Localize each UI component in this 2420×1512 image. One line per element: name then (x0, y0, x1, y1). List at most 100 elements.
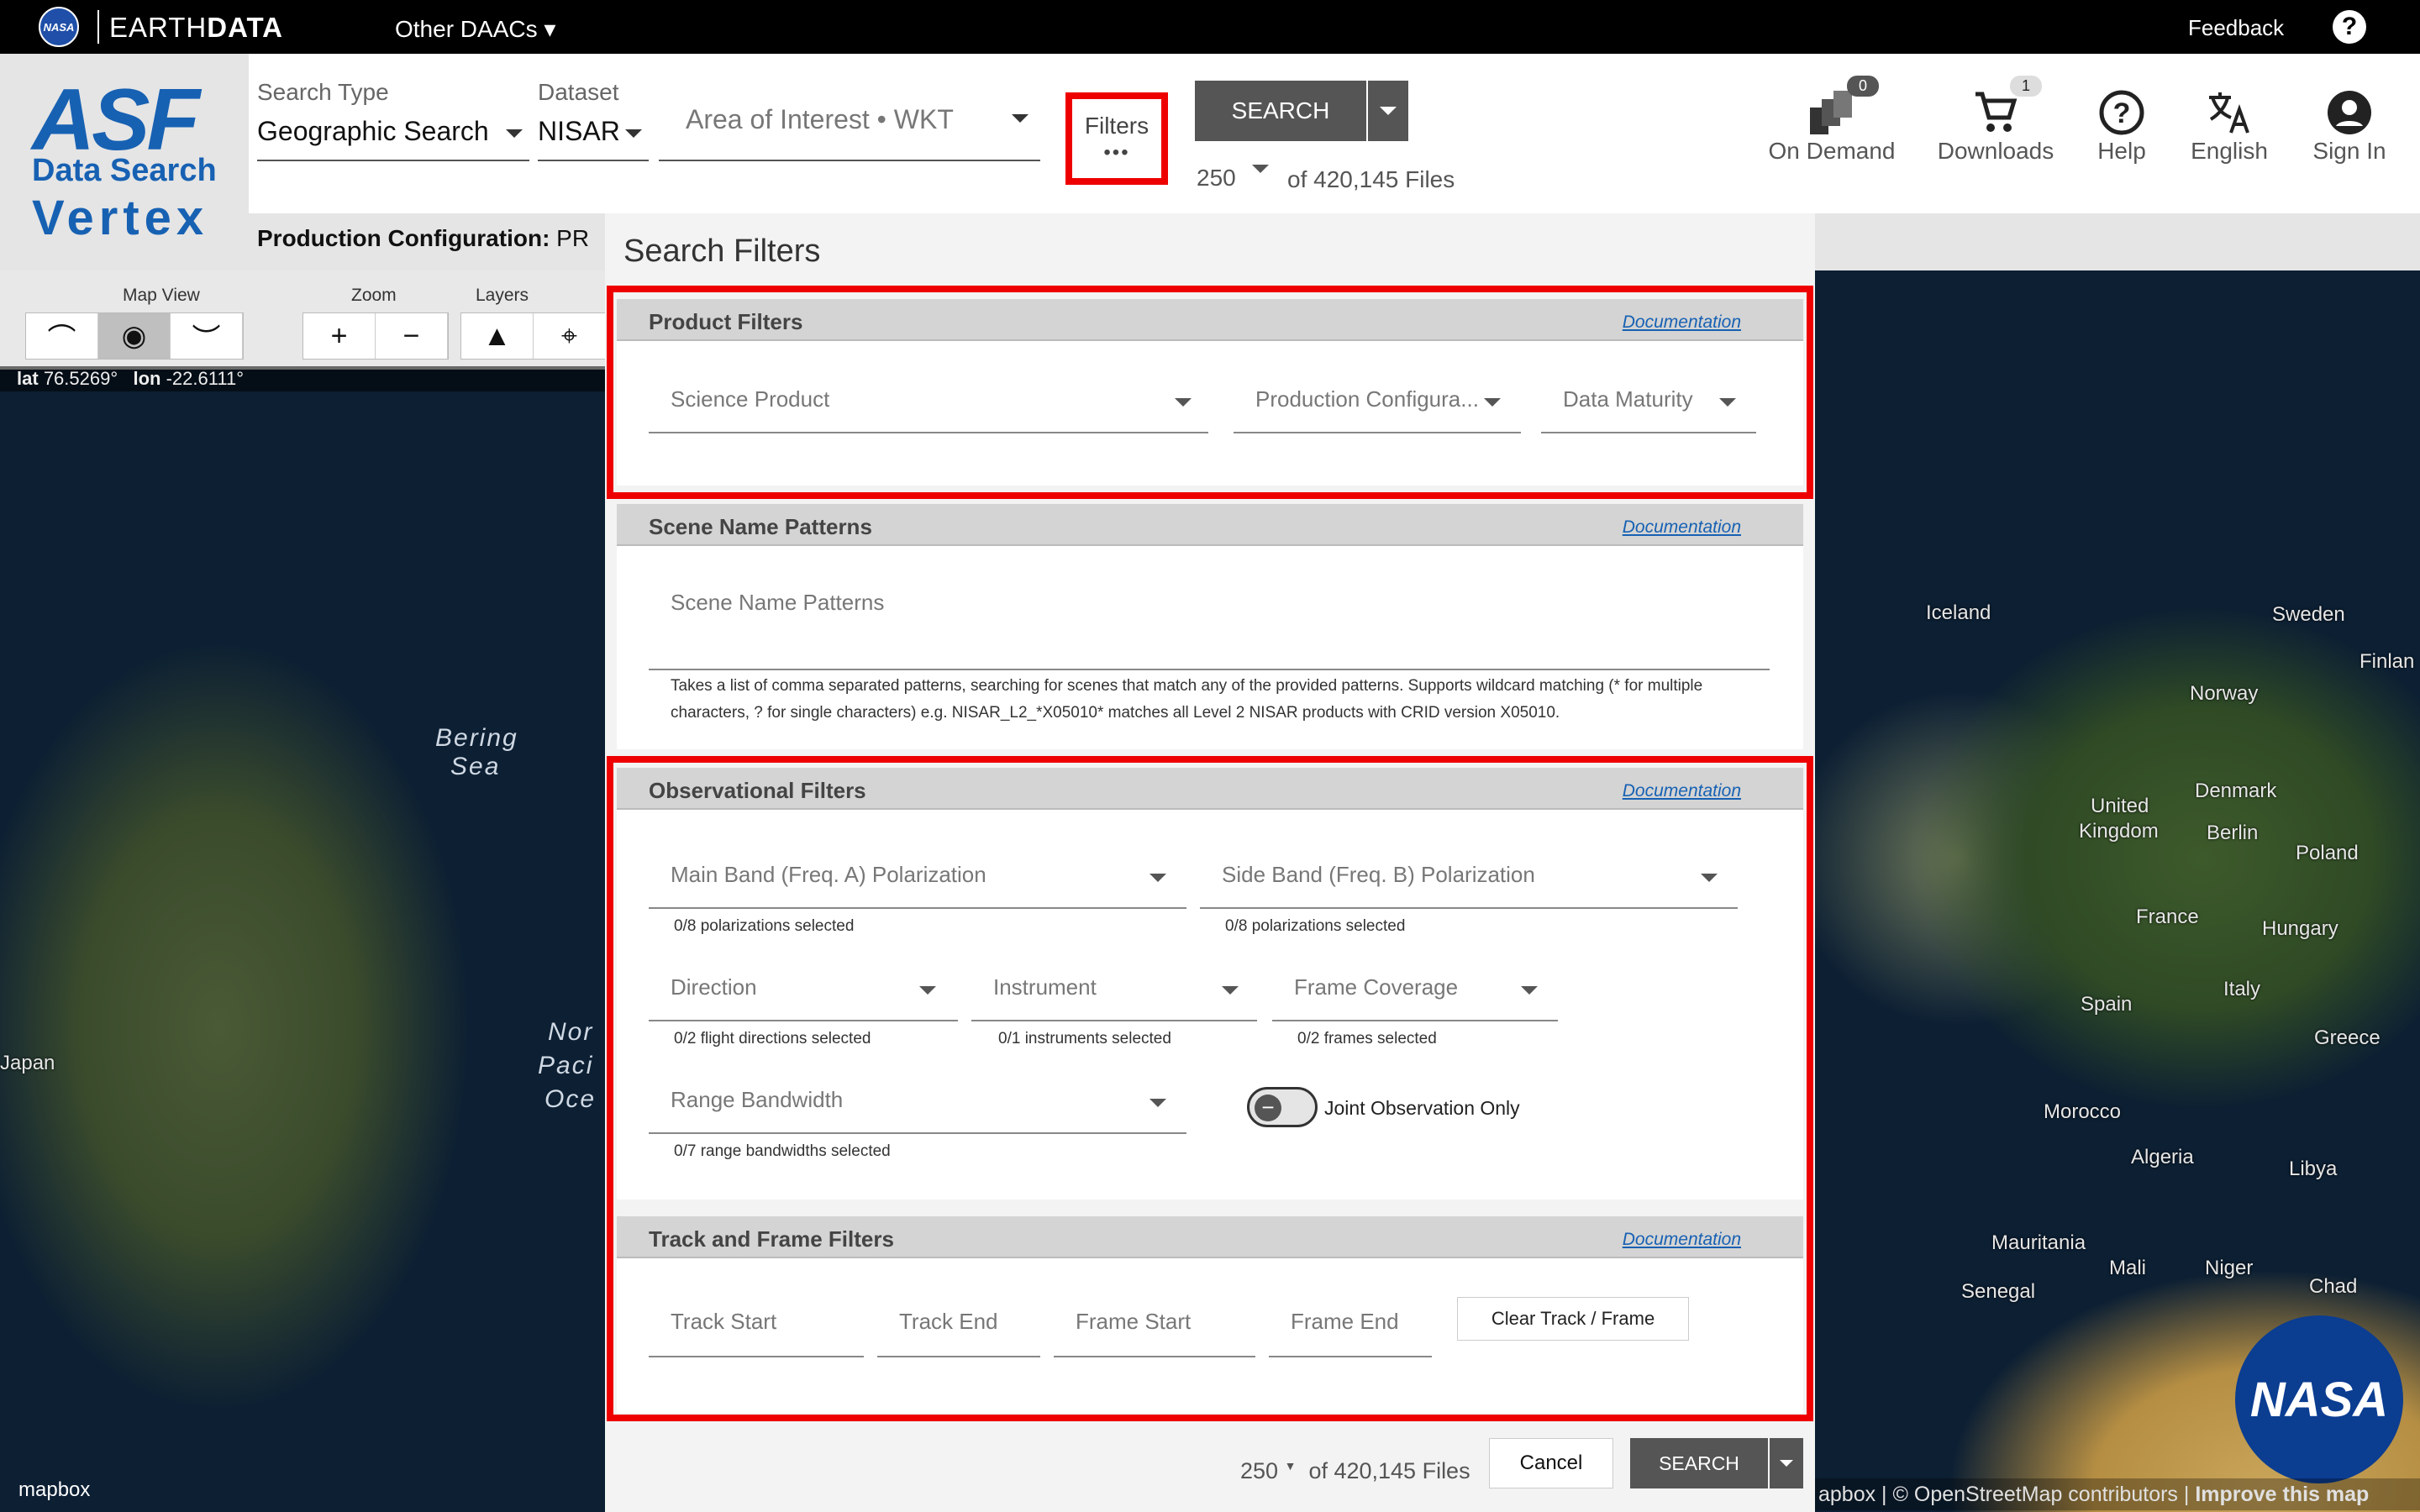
chevron-down-icon (625, 129, 642, 138)
scene-name-textarea[interactable]: Scene Name Patterns (649, 590, 1770, 670)
map-label: Senegal (1961, 1280, 2036, 1303)
chevron-down-icon[interactable]: ▼ (1285, 1459, 1297, 1473)
production-config-chip[interactable]: Production Configuration: PR (257, 225, 589, 252)
aoi-input[interactable]: Area of Interest • WKT (659, 101, 1040, 161)
on-demand-icon (1808, 87, 1855, 138)
other-daacs-menu[interactable]: Other DAACs ▾ (395, 15, 555, 43)
chevron-down-icon (1252, 165, 1269, 173)
nav-label: Sign In (2312, 138, 2386, 164)
nasa-logo: NASA (2235, 1315, 2403, 1483)
nav-help[interactable]: ? Help (2084, 87, 2160, 165)
map-label: Kingdom (2079, 820, 2159, 843)
earthdata-light: EARTH (109, 12, 208, 43)
improve-map-link[interactable]: Improve this map (2195, 1483, 2369, 1506)
map-label: Morocco (2044, 1100, 2122, 1123)
nasa-meatball-icon[interactable]: NASA (39, 7, 79, 47)
mapbox-logo[interactable]: mapbox (18, 1478, 90, 1502)
zoom-label: Zoom (351, 286, 397, 305)
svg-text:?: ? (2113, 97, 2131, 129)
search-type-select[interactable]: Geographic Search (257, 116, 529, 161)
cancel-button[interactable]: Cancel (1489, 1438, 1613, 1488)
production-config-value: PR (556, 225, 590, 251)
map-label: Iceland (1926, 601, 1991, 624)
scene-name-section: Scene Name Patterns Documentation Scene … (617, 504, 1803, 749)
dataset-select[interactable]: NISAR (538, 116, 649, 161)
production-config-label: Production Configuration: (257, 225, 550, 251)
zoom-in-icon[interactable]: + (303, 313, 376, 359)
lat-value: 76.5269° (43, 368, 118, 389)
documentation-link[interactable]: Documentation (1623, 517, 1741, 538)
osm-attribution[interactable]: apbox | © OpenStreetMap contributors | (1818, 1483, 2189, 1506)
equatorial-view-icon[interactable]: ◉ (98, 313, 171, 359)
zoom-out-icon[interactable]: − (376, 313, 448, 359)
earthdata-logo[interactable]: EARTHDATA (109, 12, 283, 44)
dataset-value: NISAR (538, 116, 620, 146)
scene-hint: characters, ? for single characters) e.g… (671, 704, 1560, 722)
chevron-down-icon (1380, 107, 1397, 115)
filters-label: Filters (1084, 113, 1150, 139)
panel-title: Search Filters (623, 234, 821, 269)
chevron-down-icon (506, 129, 523, 138)
nav-downloads[interactable]: Downloads 1 (1933, 76, 2059, 165)
underline (257, 160, 529, 161)
map-label: Italy (2223, 978, 2261, 1000)
map-label: Norway (2190, 682, 2259, 705)
on-demand-count-badge: 0 (1847, 76, 1880, 97)
nav-language[interactable]: English (2183, 87, 2275, 165)
aoi-placeholder: Area of Interest • WKT (686, 104, 954, 134)
account-icon (2326, 87, 2373, 138)
chevron-down-icon (1012, 114, 1028, 123)
search-type-value: Geographic Search (257, 116, 489, 146)
layers-mountain-icon[interactable]: ▲ (461, 313, 534, 359)
map-attribution: apbox | © OpenStreetMap contributors | I… (1810, 1478, 2420, 1510)
section-header: Scene Name Patterns Documentation (617, 504, 1803, 546)
feedback-link[interactable]: Feedback (2188, 15, 2284, 41)
earthdata-bold: DATA (207, 12, 284, 43)
files-count: of 420,145 Files (1287, 166, 1455, 192)
underline (659, 160, 1040, 161)
footer-search-dropdown[interactable] (1770, 1438, 1803, 1488)
map-label: Berlin (2207, 822, 2259, 844)
logo-vertex: Vertex (32, 191, 209, 245)
search-options-dropdown[interactable] (1368, 81, 1408, 141)
footer-max[interactable]: 250 (1240, 1458, 1278, 1483)
highlight-observational-track-filters (607, 756, 1813, 1421)
map-label: Sweden (2272, 603, 2345, 626)
nav-on-demand[interactable]: On Demand 0 (1765, 76, 1899, 165)
help-icon[interactable]: ? (2333, 10, 2366, 44)
map-label: Algeria (2131, 1146, 2194, 1168)
draw-tool-icon[interactable]: ⌖ (534, 313, 606, 359)
section-title: Scene Name Patterns (649, 514, 872, 539)
layers-label: Layers (476, 286, 529, 305)
footer-search-button[interactable]: SEARCH (1630, 1438, 1768, 1488)
search-button[interactable]: SEARCH (1195, 81, 1366, 141)
map-label: Poland (2296, 842, 2359, 864)
max-results-select[interactable]: 250 (1197, 165, 1281, 198)
dataset-label: Dataset (538, 79, 619, 105)
arctic-view-icon[interactable]: ⌒ (26, 313, 98, 359)
chevron-down-icon (1780, 1460, 1793, 1467)
translate-icon (2206, 87, 2253, 138)
nav-sign-in[interactable]: Sign In (2299, 87, 2400, 165)
map-label: Sea (450, 753, 501, 780)
map-label: Nor (548, 1018, 594, 1046)
divider (97, 10, 99, 44)
antarctic-view-icon[interactable]: ︶ (171, 313, 243, 359)
map-label: Spain (2081, 993, 2133, 1016)
nav-label: English (2191, 138, 2268, 164)
map-label: Mauritania (1991, 1231, 2086, 1254)
field-label: Scene Name Patterns (671, 590, 885, 615)
map-label: United (2091, 795, 2149, 817)
map-label: Paci (538, 1052, 594, 1079)
help-circle-icon: ? (2098, 87, 2145, 138)
highlight-product-filters (607, 286, 1813, 499)
map-label: Finlan (2360, 650, 2415, 673)
filters-button[interactable]: Filters ••• (1065, 92, 1168, 185)
underline (538, 160, 649, 161)
map-label: Libya (2289, 1158, 2338, 1180)
cursor-coordinates: lat 76.5269° lon -22.6111° (0, 366, 605, 391)
lon-value: -22.6111° (166, 368, 244, 389)
lon-label: lon (133, 368, 161, 389)
nav-label: On Demand (1768, 138, 1896, 164)
nav-label: Help (2097, 138, 2146, 164)
